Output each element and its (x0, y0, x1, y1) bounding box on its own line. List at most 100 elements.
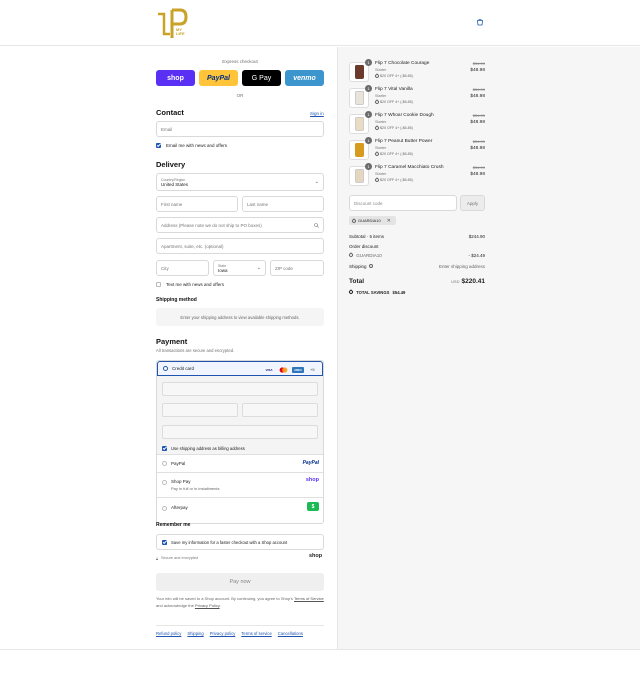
expiry-field[interactable] (162, 403, 238, 417)
last-name-field[interactable]: Last name (242, 196, 324, 212)
total-label: Total (349, 278, 365, 285)
shop-pay-subtitle: Pay in full or in installments (171, 486, 220, 491)
total-value-wrap: USD $220.41 (451, 278, 485, 285)
cart-button[interactable] (474, 16, 486, 28)
subtotal-row: Subtotal · 5 items $244.90 (349, 234, 485, 239)
sign-in-link[interactable]: Sign in (310, 111, 324, 116)
email-field[interactable]: Email (156, 121, 324, 137)
text-news-label: Text me with news and offers (166, 282, 224, 287)
chevron-down-icon: ⌄ (256, 265, 261, 271)
mastercard-icon (278, 367, 288, 373)
city-field[interactable]: City (156, 260, 209, 276)
save-info-box: Save my information for a faster checkou… (156, 534, 324, 550)
apartment-field[interactable]: Apartment, suite, etc. (optional) (156, 238, 324, 254)
afterpay-radio[interactable] (162, 506, 167, 511)
refund-policy-link[interactable]: Refund policy (156, 631, 181, 636)
close-icon[interactable]: ✕ (387, 218, 391, 224)
shop-pay-express-button[interactable]: shop (156, 70, 195, 86)
cart-item: 1 Flip 7 Caramel Macchiato Crush Starter… (349, 163, 485, 186)
item-name: Flip 7 Peanut Butter Power (375, 139, 433, 144)
footer-divider (156, 625, 324, 626)
pay-now-label: Pay now (229, 579, 251, 585)
item-price: $48.98 (470, 68, 485, 73)
visa-icon: VISA (265, 368, 273, 372)
cart-item: 1 Flip 7 Chocolate Courage Starter $20 O… (349, 59, 485, 82)
city-placeholder: City (161, 265, 169, 271)
save-info-checkbox[interactable] (162, 540, 167, 545)
shop-pay-option[interactable]: Shop Pay Pay in full or in installments … (157, 473, 323, 498)
terms-of-service-link[interactable]: Terms of service (241, 631, 271, 636)
discount-code-field[interactable]: Discount code (349, 195, 457, 211)
quantity-badge: 1 (365, 59, 372, 66)
google-pay-express-button[interactable]: G Pay (242, 70, 281, 86)
shipping-link[interactable]: Shipping (187, 631, 203, 636)
tag-icon (351, 217, 357, 224)
afterpay-option[interactable]: Afterpay $ (157, 498, 323, 523)
applied-code: GUARDIA10 (356, 253, 382, 258)
shop-logo-icon: shop (309, 553, 323, 559)
subtotal-value: $244.90 (468, 234, 485, 239)
paypal-label: PayPal (207, 74, 230, 82)
shop-pay-radio[interactable] (162, 480, 167, 485)
text-news-checkbox[interactable] (156, 282, 161, 287)
payment-subtitle: All transactions are secure and encrypte… (156, 348, 235, 353)
shipping-method-text: Enter your shipping address to view avai… (180, 314, 300, 320)
first-name-field[interactable]: First name (156, 196, 238, 212)
shipping-method-heading: Shipping method (156, 297, 197, 303)
name-on-card-field[interactable] (162, 425, 318, 439)
brand-logo[interactable]: MY LIFE (156, 8, 192, 40)
shipping-method-message: Enter your shipping address to view avai… (156, 308, 324, 326)
item-old-price: $54.99 (472, 61, 485, 66)
item-name: Flip 7 Whoa! Cookie Dough (375, 113, 434, 118)
card-number-field[interactable] (162, 382, 318, 396)
billing-same-checkbox[interactable] (162, 446, 167, 451)
item-old-price: $54.99 (472, 113, 485, 118)
item-variant: Starter (375, 120, 387, 124)
email-news-label: Email me with news and offers (166, 143, 227, 148)
shop-logo-icon: shop (305, 477, 319, 483)
security-code-field[interactable] (242, 403, 318, 417)
item-discount: $20 OFF 4+ (-$6.85) (374, 73, 413, 79)
paypal-express-button[interactable]: PayPal (199, 70, 238, 86)
privacy-link[interactable]: Privacy Policy (195, 603, 220, 608)
paypal-label: PayPal (171, 461, 186, 466)
venmo-express-button[interactable]: venmo (285, 70, 324, 86)
apply-discount-button[interactable]: Apply (460, 195, 485, 211)
page-bottom-divider (0, 649, 640, 650)
tag-icon (374, 73, 380, 79)
quantity-badge: 1 (365, 137, 372, 144)
item-variant: Starter (375, 94, 387, 98)
pay-now-button[interactable]: Pay now (156, 573, 324, 591)
country-select[interactable]: Country/Region United States ⌄ (156, 173, 324, 191)
email-news-checkbox[interactable] (156, 143, 161, 148)
paypal-radio[interactable] (162, 461, 167, 466)
paypal-option[interactable]: PayPal PayPal (157, 455, 323, 473)
credit-card-radio[interactable] (163, 366, 168, 371)
item-discount: $20 OFF 4+ (-$6.85) (374, 99, 413, 105)
country-value: United States (161, 181, 189, 187)
billing-same-label: Use shipping address as billing address (171, 446, 245, 451)
express-checkout-title: Express checkout (222, 59, 258, 64)
item-discount: $20 OFF 4+ (-$6.85) (374, 177, 413, 183)
total-savings-label: TOTAL SAVINGS (356, 290, 390, 295)
discount-code-row: GUARDIA10 - $24.49 (348, 252, 485, 258)
item-price: $48.98 (470, 120, 485, 125)
item-old-price: $54.99 (472, 139, 485, 144)
shipping-value: Enter shipping address (438, 264, 485, 269)
zip-field[interactable]: ZIP code (270, 260, 324, 276)
privacy-policy-link[interactable]: Privacy policy (210, 631, 236, 636)
shipping-label: Shipping (349, 264, 367, 269)
payment-methods: Credit card VISA AMEX +5 Use shipping ad… (156, 360, 324, 524)
credit-card-option[interactable]: Credit card VISA AMEX +5 (157, 361, 323, 376)
total-savings-row: TOTAL SAVINGS $54.49 (348, 289, 485, 295)
address-field[interactable]: Address (Please note we do not ship to P… (156, 217, 324, 233)
search-icon (314, 223, 319, 228)
info-icon[interactable] (368, 264, 373, 268)
google-pay-label: G Pay (251, 74, 272, 82)
delivery-heading: Delivery (156, 160, 186, 169)
state-select[interactable]: State Iowa ⌄ (213, 260, 266, 276)
terms-link[interactable]: Terms of Service (294, 596, 324, 601)
cancellations-link[interactable]: Cancellations (278, 631, 303, 636)
discount-chip-code: GUARDIA10 (358, 218, 381, 223)
apartment-placeholder: Apartment, suite, etc. (optional) (161, 243, 224, 249)
